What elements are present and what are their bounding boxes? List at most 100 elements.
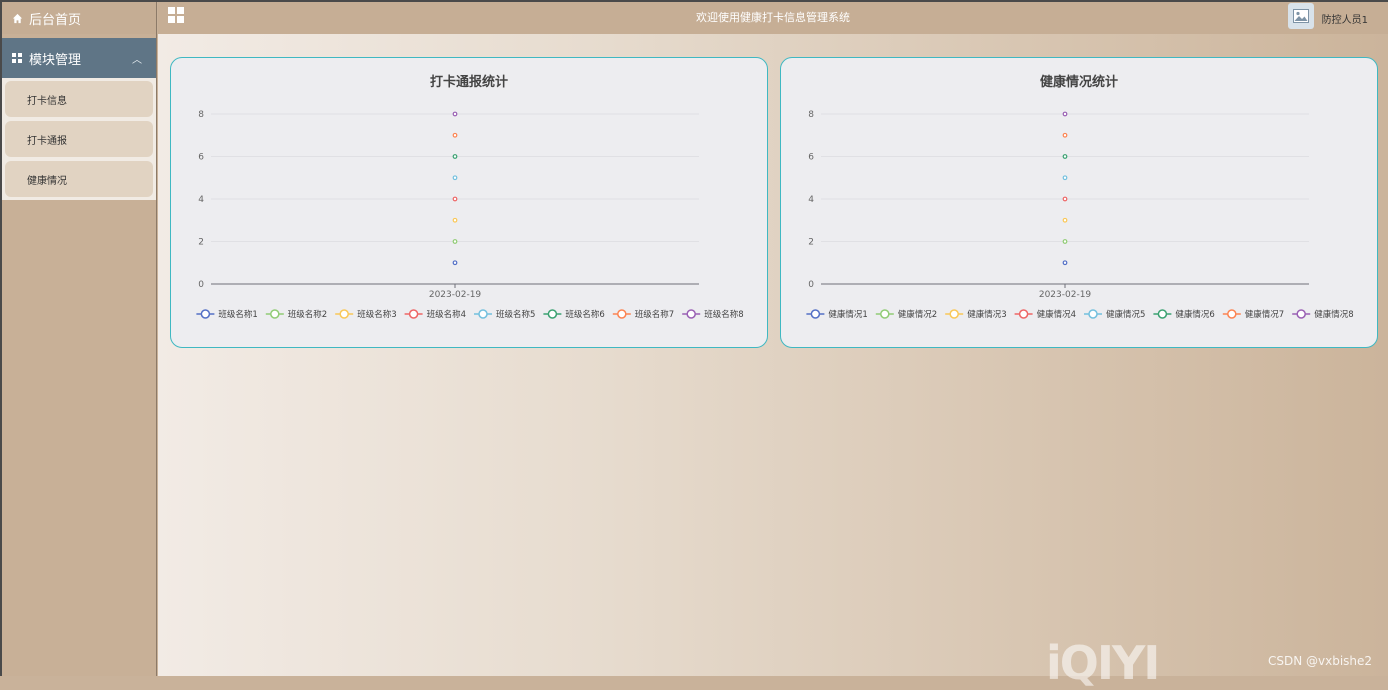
legend-label: 班级名称5 <box>496 309 535 320</box>
legend-label: 班级名称4 <box>427 309 466 320</box>
legend-item[interactable]: 班级名称3 <box>335 309 397 320</box>
data-point <box>452 217 458 223</box>
legend-item[interactable]: 班级名称7 <box>612 309 674 320</box>
legend-item[interactable]: 健康情况5 <box>1084 309 1145 320</box>
legend-marker <box>408 309 419 319</box>
legend-marker <box>1088 309 1098 319</box>
chart-checkin-report: 0 2 4 6 8 2023-02-19 班级名称1 班级名称2 班级名称3 班级名称4 班级名称5… <box>196 110 744 320</box>
data-point <box>452 260 458 266</box>
legend-item[interactable]: 健康情况2 <box>875 309 937 320</box>
data-point <box>452 175 458 181</box>
chart-card-checkin-report: 打卡通报统计 0 2 4 6 8 2023-02-19 班级名称1 班级名称2 班级名称3 班级名… <box>170 57 768 348</box>
image-icon <box>1293 9 1309 23</box>
legend-item[interactable]: 健康情况1 <box>806 309 868 320</box>
legend-label: 班级名称3 <box>357 309 396 320</box>
user-name[interactable]: 防控人员1 <box>1322 11 1368 26</box>
legend-item[interactable]: 健康情况4 <box>1014 309 1076 320</box>
legend-item[interactable]: 班级名称1 <box>196 309 258 320</box>
legend-label: 健康情况5 <box>1106 309 1145 320</box>
data-point <box>1062 154 1068 159</box>
legend-item[interactable]: 班级名称6 <box>543 309 605 320</box>
data-point <box>1062 260 1068 266</box>
y-tick-label: 0 <box>808 280 814 290</box>
sidebar-item-module-management[interactable]: 模块管理 ︿ <box>2 38 156 78</box>
legend-item[interactable]: 健康情况3 <box>945 309 1007 320</box>
legend-marker <box>1227 309 1237 319</box>
legend-label: 班级名称8 <box>704 309 743 320</box>
data-point <box>1062 239 1068 244</box>
top-header: 欢迎使用健康打卡信息管理系统 防控人员1 <box>158 2 1388 34</box>
y-tick-label: 0 <box>198 280 204 290</box>
page-title: 欢迎使用健康打卡信息管理系统 <box>696 11 850 24</box>
sidebar-item-checkin-info[interactable]: 打卡信息 <box>5 81 153 117</box>
legend-label: 健康情况4 <box>1037 309 1076 320</box>
data-point <box>1062 196 1068 202</box>
data-point <box>1062 217 1068 223</box>
grid-icon <box>12 53 22 63</box>
legend-marker <box>810 309 821 319</box>
data-point <box>452 132 458 138</box>
sidebar: 后台首页 模块管理 ︿ 打卡信息 打卡通报 健康情况 <box>2 2 157 676</box>
chevron-up-icon[interactable]: ︿ <box>132 51 142 66</box>
y-tick-label: 4 <box>198 195 204 205</box>
legend-marker <box>617 309 627 319</box>
watermark-credit: CSDN @vxbishe2 <box>1268 654 1373 668</box>
sidebar-item-health-status[interactable]: 健康情况 <box>5 161 153 197</box>
legend-label: 健康情况2 <box>898 309 937 320</box>
legend-label: 健康情况8 <box>1314 309 1353 320</box>
data-point <box>1062 111 1068 117</box>
legend-item[interactable]: 班级名称5 <box>474 309 535 320</box>
data-point <box>1062 175 1068 181</box>
legend-marker <box>478 309 488 319</box>
data-point <box>452 154 458 159</box>
avatar[interactable] <box>1288 3 1314 29</box>
home-icon <box>12 13 23 23</box>
legend-label: 班级名称2 <box>288 309 327 320</box>
legend-marker <box>949 309 959 319</box>
legend-marker <box>880 309 890 319</box>
legend-marker <box>1018 309 1029 319</box>
data-point <box>1062 132 1068 138</box>
legend-label: 健康情况6 <box>1175 309 1214 320</box>
submenu-label: 健康情况 <box>27 175 67 187</box>
submenu-label: 打卡信息 <box>27 95 67 107</box>
watermark-logo: iQIYI <box>1046 636 1160 690</box>
legend-label: 班级名称7 <box>635 309 674 320</box>
legend-label: 班级名称1 <box>218 309 257 320</box>
legend-marker <box>270 309 280 319</box>
x-tick-label: 2023-02-19 <box>429 290 482 300</box>
legend-item[interactable]: 班级名称4 <box>404 309 466 320</box>
legend-marker <box>339 309 349 319</box>
legend-marker <box>686 309 696 319</box>
y-tick-label: 2 <box>808 238 814 248</box>
y-tick-label: 8 <box>198 110 204 120</box>
y-tick-label: 8 <box>808 110 814 120</box>
x-tick-label: 2023-02-19 <box>1039 290 1092 300</box>
data-point <box>452 111 458 117</box>
chart-card-health-status: 健康情况统计 0 2 4 6 8 2023-02-19 健康情况1 健康情况2 健康情况3 健康情… <box>780 57 1378 348</box>
legend-label: 班级名称6 <box>565 309 604 320</box>
sidebar-item-checkin-report[interactable]: 打卡通报 <box>5 121 153 157</box>
data-point <box>452 196 458 202</box>
legend-item[interactable]: 班级名称8 <box>682 309 744 320</box>
legend-label: 健康情况1 <box>828 309 867 320</box>
legend-item[interactable]: 健康情况6 <box>1153 309 1215 320</box>
submenu-label: 打卡通报 <box>27 135 67 147</box>
main-content: 打卡通报统计 0 2 4 6 8 2023-02-19 班级名称1 班级名称2 班级名称3 班级名… <box>158 34 1388 676</box>
sidebar-item-home[interactable]: 后台首页 <box>2 2 156 34</box>
y-tick-label: 6 <box>808 153 814 163</box>
legend-marker <box>200 309 211 319</box>
chart-health-status: 0 2 4 6 8 2023-02-19 健康情况1 健康情况2 健康情况3 健康情况4 健康情况5… <box>806 110 1354 320</box>
legend-item[interactable]: 健康情况7 <box>1222 309 1284 320</box>
sidebar-module-label: 模块管理 <box>29 52 82 68</box>
y-tick-label: 2 <box>198 238 204 248</box>
y-tick-label: 6 <box>198 153 204 163</box>
legend-marker <box>547 309 558 319</box>
legend-item[interactable]: 健康情况8 <box>1292 309 1354 320</box>
sidebar-home-label: 后台首页 <box>29 12 82 28</box>
legend-marker <box>1157 309 1168 319</box>
legend-label: 健康情况7 <box>1245 309 1284 320</box>
legend-item[interactable]: 班级名称2 <box>265 309 327 320</box>
legend-label: 健康情况3 <box>967 309 1006 320</box>
y-tick-label: 4 <box>808 195 814 205</box>
